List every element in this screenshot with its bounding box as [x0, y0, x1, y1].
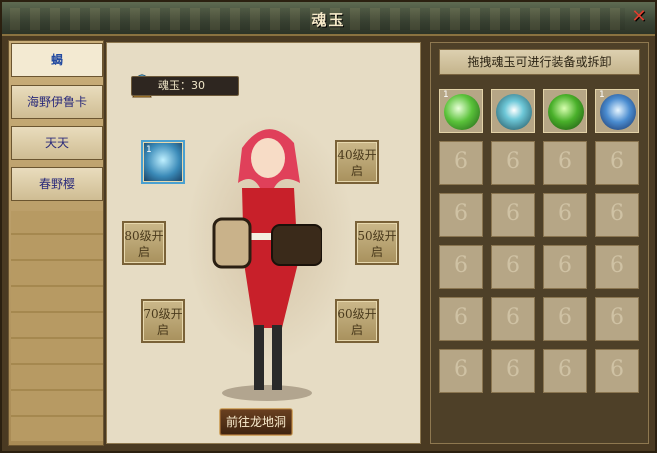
inventory-cell[interactable]	[543, 89, 587, 133]
inventory-cell-empty[interactable]	[491, 349, 535, 393]
inventory-cell-empty[interactable]	[595, 297, 639, 341]
slot-count: 1	[146, 145, 152, 155]
teal-soul-jade-icon	[496, 94, 532, 130]
item-count: 1	[443, 90, 449, 100]
locked-slot-60[interactable]: 60级开启	[335, 299, 379, 343]
soul-jade-window: 魂玉 ✕ 蝎 海野伊鲁卡 天天 春野樱 魂玉：30 1 40级开启 50级开启 …	[0, 0, 657, 453]
locked-slot-70[interactable]: 70级开启	[141, 299, 185, 343]
equipped-soul-slot[interactable]: 1	[141, 140, 185, 184]
inventory-cell-empty[interactable]	[595, 349, 639, 393]
window-title: 魂玉	[311, 11, 346, 29]
leaf-soul-jade-icon	[548, 94, 584, 130]
tabs-background	[11, 211, 103, 441]
locked-slot-50[interactable]: 50级开启	[355, 221, 399, 265]
close-icon[interactable]: ✕	[629, 7, 649, 27]
inventory-cell-empty[interactable]	[439, 349, 483, 393]
title-bar: 魂玉 ✕	[2, 2, 655, 36]
go-to-dragon-cave-button[interactable]: 前往龙地洞	[219, 408, 293, 436]
inventory-cell-empty[interactable]	[439, 297, 483, 341]
item-count: 1	[599, 90, 605, 100]
tab-character-2[interactable]: 天天	[11, 126, 103, 160]
inventory-cell-empty[interactable]	[491, 245, 535, 289]
soul-jade-count: 魂玉：30	[131, 76, 239, 96]
character-figure	[212, 129, 322, 401]
locked-slot-40[interactable]: 40级开启	[335, 140, 379, 184]
green-soul-jade-icon	[444, 94, 480, 130]
inventory-cell-empty[interactable]	[543, 141, 587, 185]
inventory-hint: 拖拽魂玉可进行装备或拆卸	[439, 49, 640, 75]
locked-slot-80[interactable]: 80级开启	[122, 221, 166, 265]
inventory-cell-empty[interactable]	[543, 349, 587, 393]
inventory-cell-empty[interactable]	[439, 193, 483, 237]
inventory-cell-empty[interactable]	[595, 193, 639, 237]
inventory-cell[interactable]: 1	[595, 89, 639, 133]
equip-panel: 魂玉：30 1 40级开启 50级开启 60级开启 70级开启 80级开启 前往…	[106, 42, 421, 444]
inventory-cell-empty[interactable]	[543, 245, 587, 289]
inventory-cell[interactable]: 1	[439, 89, 483, 133]
tab-character-3[interactable]: 春野樱	[11, 167, 103, 201]
inventory-cell-empty[interactable]	[439, 141, 483, 185]
character-tabs: 蝎 海野伊鲁卡 天天 春野樱	[8, 40, 104, 446]
tab-character-0[interactable]: 蝎	[11, 43, 103, 77]
tab-character-1[interactable]: 海野伊鲁卡	[11, 85, 103, 119]
inventory-cell-empty[interactable]	[595, 141, 639, 185]
inventory-cell[interactable]	[491, 89, 535, 133]
blue-soul-jade-icon	[600, 94, 636, 130]
inventory-cell-empty[interactable]	[491, 141, 535, 185]
inventory-cell-empty[interactable]	[595, 245, 639, 289]
soul-jade-inventory: 拖拽魂玉可进行装备或拆卸 1 1	[430, 42, 649, 444]
inventory-cell-empty[interactable]	[491, 193, 535, 237]
inventory-cell-empty[interactable]	[491, 297, 535, 341]
inventory-cell-empty[interactable]	[543, 193, 587, 237]
inventory-cell-empty[interactable]	[543, 297, 587, 341]
inventory-cell-empty[interactable]	[439, 245, 483, 289]
